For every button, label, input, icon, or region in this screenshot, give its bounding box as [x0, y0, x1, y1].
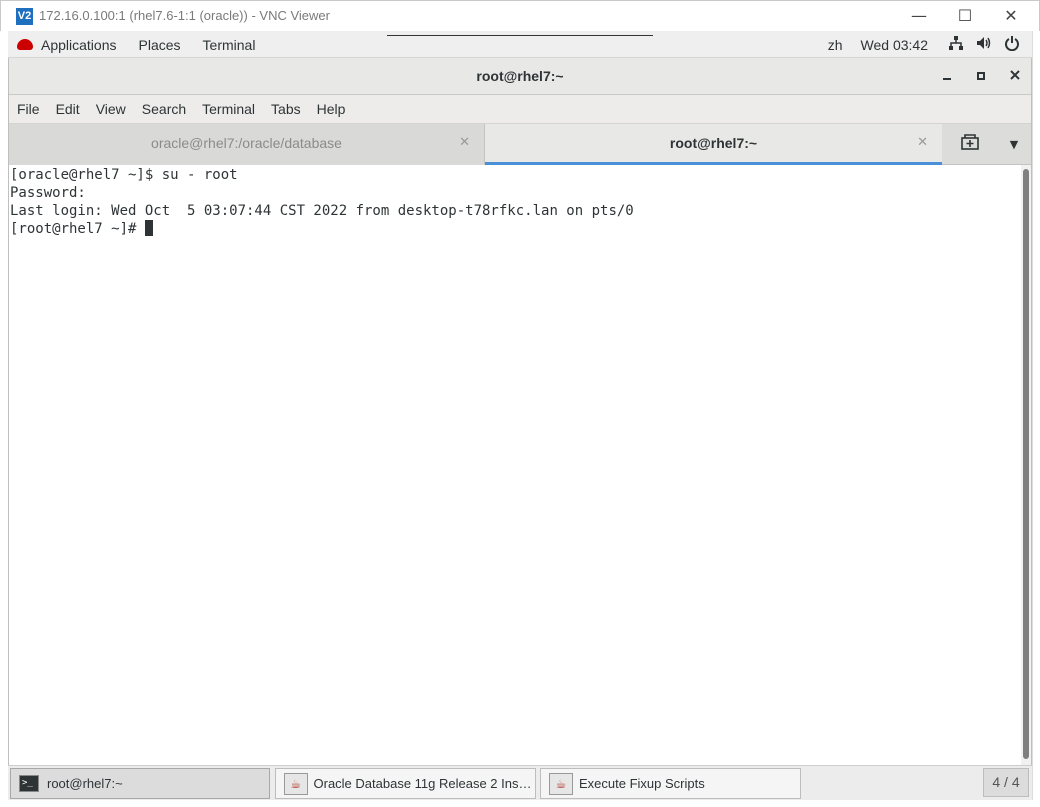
terminal-scrollbar[interactable] — [1021, 165, 1031, 765]
task-fixup-scripts[interactable]: ☕ Execute Fixup Scripts — [540, 768, 801, 799]
tab-label: root@rhel7:~ — [669, 135, 758, 151]
tab-label: oracle@rhel7:/oracle/database — [151, 135, 342, 151]
terminal-close-button[interactable] — [999, 58, 1031, 95]
redhat-logo-icon — [17, 39, 33, 50]
vnc-close-button[interactable]: ✕ — [988, 1, 1034, 31]
window-list-bar: >_ root@rhel7:~ ☕ Oracle Database 11g Re… — [8, 765, 1032, 800]
terminal-tabbar: oracle@rhel7:/oracle/database ✕ root@rhe… — [9, 124, 1031, 165]
vnc-right-edge — [1032, 31, 1040, 807]
new-tab-button[interactable] — [942, 124, 997, 165]
volume-icon[interactable] — [976, 35, 992, 55]
vnc-window-title: 172.16.0.100:1 (rhel7.6-1:1 (oracle)) - … — [39, 8, 330, 23]
terminal-minimize-button[interactable] — [931, 58, 963, 95]
terminal-line: Last login: Wed Oct 5 03:07:44 CST 2022 … — [10, 203, 634, 219]
workspace-indicator[interactable]: 4 / 4 — [983, 768, 1029, 797]
java-installer-icon: ☕ — [549, 772, 573, 795]
input-language-indicator[interactable]: zh — [828, 37, 843, 53]
menu-terminal[interactable]: Terminal — [202, 101, 255, 117]
top-edge-overlay — [387, 33, 653, 36]
task-label: root@rhel7:~ — [47, 776, 123, 791]
menu-view[interactable]: View — [96, 101, 126, 117]
terminal-prompt-line: [root@rhel7 ~]# — [10, 220, 1020, 238]
places-menu[interactable]: Places — [139, 37, 181, 53]
applications-menu[interactable]: Applications — [41, 37, 117, 53]
scrollbar-thumb[interactable] — [1023, 169, 1029, 759]
terminal-cursor — [144, 220, 153, 236]
java-installer-icon: ☕ — [284, 772, 308, 795]
terminal-icon: >_ — [19, 775, 39, 792]
gnome-menus: Applications Places Terminal — [8, 31, 277, 58]
task-label: Oracle Database 11g Release 2 Insta... — [313, 776, 536, 791]
menu-edit[interactable]: Edit — [56, 101, 80, 117]
terminal-window-title: root@rhel7:~ — [476, 68, 564, 84]
tab-close-icon[interactable]: ✕ — [459, 124, 470, 162]
menu-help[interactable]: Help — [317, 101, 346, 117]
power-icon[interactable] — [1004, 35, 1020, 55]
terminal-menubar: File Edit View Search Terminal Tabs Help — [9, 95, 1031, 124]
menu-file[interactable]: File — [17, 101, 40, 117]
tab-menu-chevron-down-icon[interactable]: ▼ — [997, 124, 1031, 165]
task-oracle-installer[interactable]: ☕ Oracle Database 11g Release 2 Insta... — [275, 768, 536, 799]
terminal-maximize-button[interactable] — [965, 58, 997, 95]
vnc-bottom-edge — [0, 800, 1040, 807]
task-root-terminal[interactable]: >_ root@rhel7:~ — [10, 768, 270, 799]
vnc-minimize-button[interactable]: — — [896, 1, 942, 31]
tab-oracle-database[interactable]: oracle@rhel7:/oracle/database ✕ — [9, 124, 485, 165]
terminal-output[interactable]: [oracle@rhel7 ~]$ su - root Password: La… — [9, 165, 1020, 765]
task-label: Execute Fixup Scripts — [579, 776, 705, 791]
vnc-titlebar: V2 172.16.0.100:1 (rhel7.6-1:1 (oracle))… — [0, 0, 1040, 31]
network-icon[interactable] — [948, 35, 964, 55]
clock[interactable]: Wed 03:42 — [861, 37, 928, 53]
terminal-line: Password: — [10, 185, 86, 201]
gnome-top-bar: Applications Places Terminal zh Wed 03:4… — [8, 31, 1032, 58]
terminal-line: [oracle@rhel7 ~]$ su - root — [10, 167, 238, 183]
menu-tabs[interactable]: Tabs — [271, 101, 301, 117]
terminal-app-menu[interactable]: Terminal — [203, 37, 256, 53]
terminal-headerbar[interactable]: root@rhel7:~ — [9, 58, 1031, 95]
tab-close-icon[interactable]: ✕ — [917, 124, 928, 162]
menu-search[interactable]: Search — [142, 101, 186, 117]
vnc-logo-icon: V2 — [16, 8, 33, 25]
terminal-prompt: [root@rhel7 ~]# — [10, 221, 145, 237]
terminal-window: root@rhel7:~ File Edit View Search Termi… — [8, 58, 1032, 765]
gnome-status-area: zh Wed 03:42 — [828, 31, 1032, 58]
tab-root[interactable]: root@rhel7:~ ✕ — [485, 124, 942, 165]
vnc-maximize-button[interactable]: ☐ — [942, 1, 988, 31]
